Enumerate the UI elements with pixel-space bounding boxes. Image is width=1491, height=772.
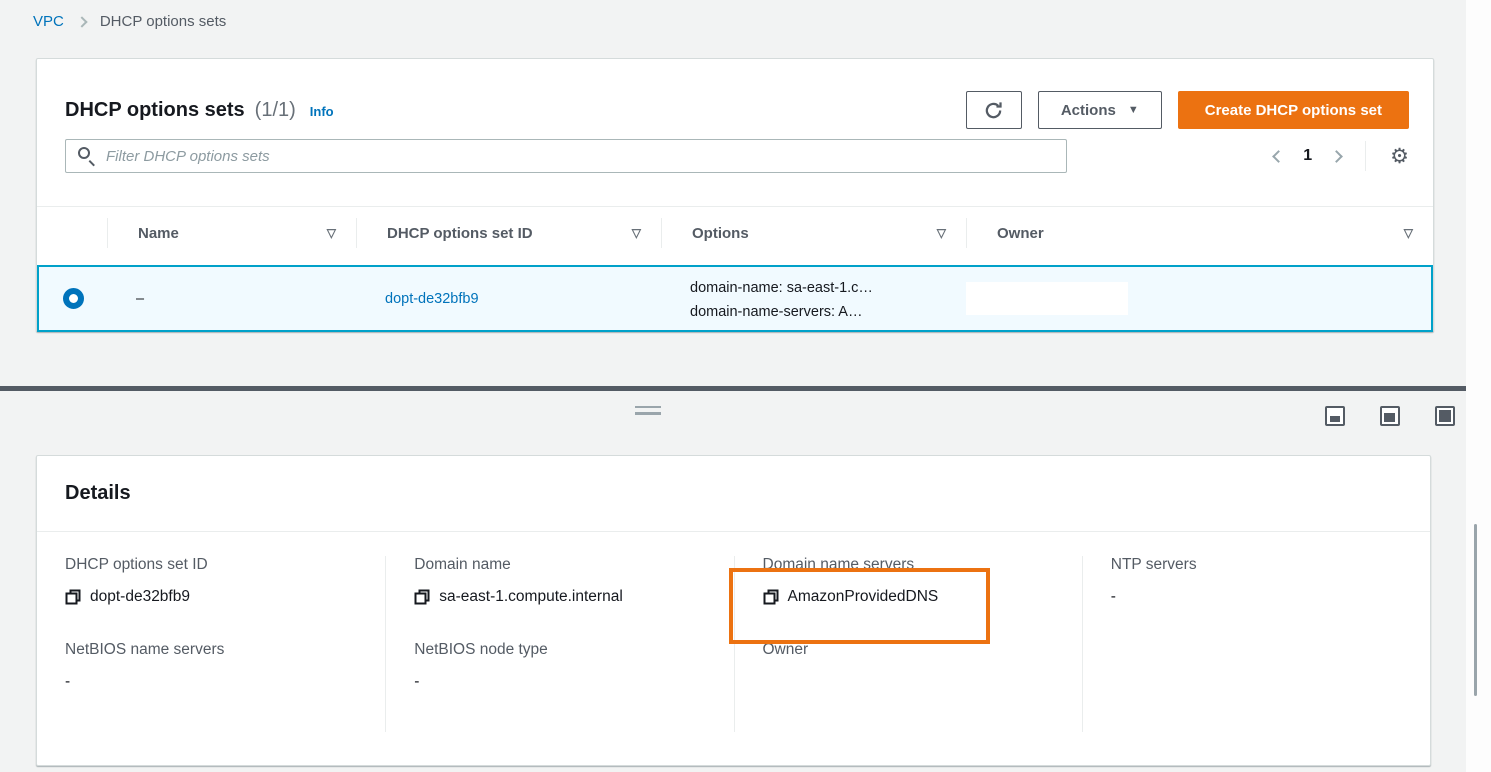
panel-title: DHCP options sets	[65, 98, 245, 121]
search-icon	[78, 147, 90, 159]
field-netbios-node-type: NetBIOS node type -	[414, 641, 548, 690]
panel-counter: (1/1)	[254, 98, 296, 121]
filter-row: 1 ⚙	[37, 139, 1433, 173]
sort-icon[interactable]: ▽	[1404, 226, 1413, 240]
split-panel-size-controls	[1325, 406, 1455, 426]
cell-name: –	[136, 290, 145, 307]
table-header-owner[interactable]: Owner ▽	[966, 207, 1433, 259]
pagination-page-number[interactable]: 1	[1303, 147, 1312, 165]
details-panel: Details DHCP options set ID dopt-de32bfb…	[36, 455, 1431, 766]
panel-size-small-icon[interactable]	[1325, 406, 1345, 426]
field-owner: Owner	[762, 641, 809, 658]
sort-icon[interactable]: ▽	[937, 226, 946, 240]
dhcp-options-sets-panel: DHCP options sets (1/1) Info Actions ▼ C…	[36, 58, 1434, 332]
copy-icon[interactable]	[763, 589, 779, 605]
copy-icon[interactable]	[65, 589, 81, 605]
panel-size-medium-icon[interactable]	[1380, 406, 1400, 426]
dhcp-options-set-id-link[interactable]: dopt-de32bfb9	[385, 291, 479, 307]
pagination-next-icon[interactable]	[1330, 149, 1344, 163]
scrollbar-track	[1466, 0, 1491, 772]
table-header-options[interactable]: Options ▽	[661, 207, 966, 259]
row-radio-selected[interactable]	[62, 288, 84, 309]
settings-gear-icon[interactable]: ⚙	[1390, 146, 1409, 167]
sort-icon[interactable]: ▽	[632, 226, 641, 240]
cell-options: domain-name: sa-east-1.c… domain-name-se…	[690, 279, 873, 320]
refresh-icon	[986, 101, 1002, 118]
breadcrumb-vpc-link[interactable]: VPC	[33, 13, 64, 30]
copy-icon[interactable]	[414, 589, 430, 605]
details-grid: DHCP options set ID dopt-de32bfb9 NetBIO…	[37, 556, 1430, 732]
details-column-1: DHCP options set ID dopt-de32bfb9 NetBIO…	[37, 556, 385, 732]
filter-input[interactable]	[65, 139, 1067, 173]
field-domain-name: Domain name sa-east-1.compute.internal	[414, 556, 623, 605]
caret-down-icon: ▼	[1127, 104, 1139, 116]
field-ntp-servers: NTP servers -	[1110, 556, 1197, 605]
actions-button[interactable]: Actions ▼	[1037, 91, 1162, 129]
breadcrumb: VPC DHCP options sets	[33, 13, 226, 30]
pager-divider	[1365, 141, 1367, 171]
breadcrumb-chevron-icon	[76, 15, 88, 28]
scrollbar-thumb[interactable]	[1474, 524, 1477, 696]
pagination-previous-icon[interactable]	[1272, 149, 1286, 163]
owner-redacted-box	[966, 282, 1128, 315]
panel-size-large-icon[interactable]	[1435, 406, 1455, 426]
details-header: Details	[37, 456, 1430, 532]
sort-icon[interactable]: ▽	[327, 226, 336, 240]
table-header-name[interactable]: Name ▽	[107, 207, 356, 259]
create-dhcp-options-set-button[interactable]: Create DHCP options set	[1177, 91, 1409, 129]
details-title: Details	[65, 482, 131, 504]
field-domain-name-servers: Domain name servers AmazonProvidedDNS	[762, 556, 939, 605]
details-column-2: Domain name sa-east-1.compute.internal N…	[385, 556, 733, 732]
info-link[interactable]: Info	[310, 104, 334, 119]
field-netbios-name-servers: NetBIOS name servers -	[65, 641, 225, 690]
split-pane-divider	[0, 386, 1466, 391]
table-header-select	[37, 207, 107, 259]
split-pane-drag-handle[interactable]	[635, 406, 661, 415]
details-column-4: NTP servers -	[1081, 556, 1430, 732]
breadcrumb-current: DHCP options sets	[99, 13, 227, 30]
panel-header: DHCP options sets (1/1) Info Actions ▼ C…	[37, 59, 1433, 139]
field-dhcp-options-set-id: DHCP options set ID dopt-de32bfb9	[65, 556, 208, 605]
refresh-button[interactable]	[965, 91, 1022, 129]
table-header-id[interactable]: DHCP options set ID ▽	[356, 207, 661, 259]
table-header-row: Name ▽ DHCP options set ID ▽ Options ▽ O…	[37, 206, 1433, 259]
table-row[interactable]: – dopt-de32bfb9 domain-name: sa-east-1.c…	[37, 265, 1433, 332]
details-column-3: Domain name servers AmazonProvidedDNS Ow…	[733, 556, 1082, 732]
